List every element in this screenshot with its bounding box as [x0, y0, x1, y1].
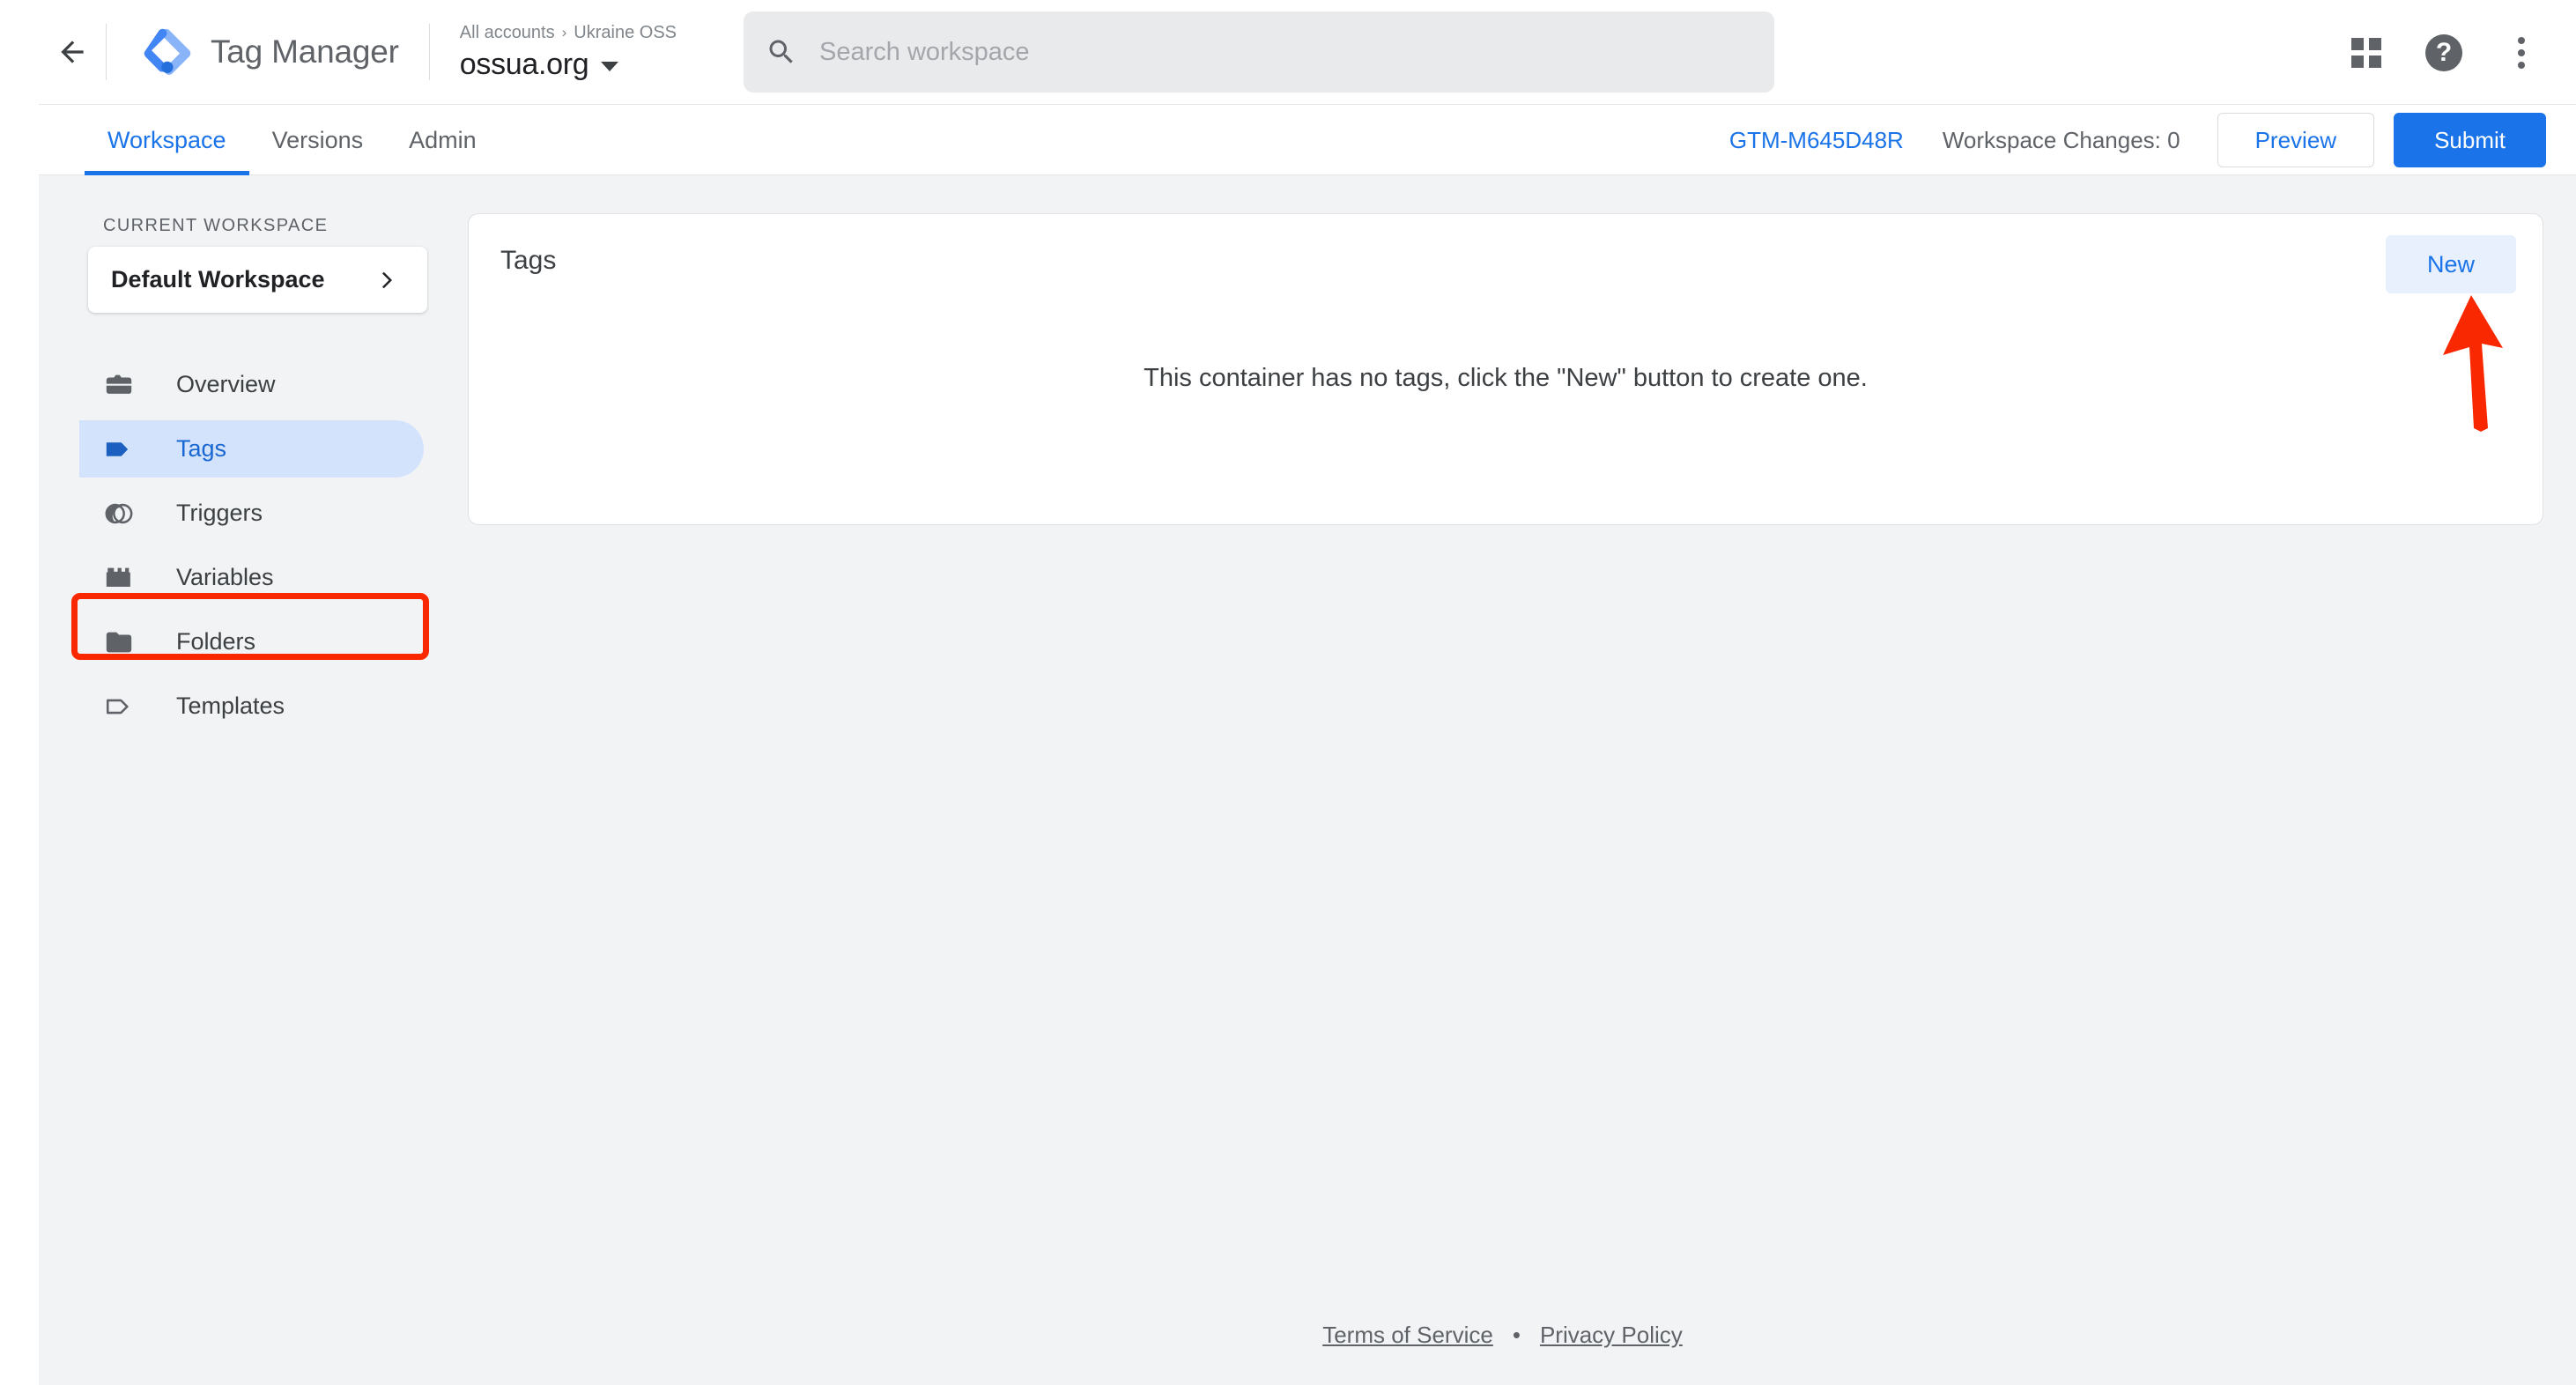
card-title: Tags: [500, 246, 556, 276]
nav-actions: GTM-M645D48R Workspace Changes: 0 Previe…: [1729, 105, 2546, 175]
triggers-venn-icon: [99, 499, 139, 529]
sidebar-item-variables[interactable]: Variables: [39, 545, 429, 610]
sidebar-item-label: Triggers: [176, 500, 263, 527]
privacy-policy-link[interactable]: Privacy Policy: [1540, 1322, 1683, 1349]
footer: Terms of Service • Privacy Policy: [429, 1322, 2576, 1349]
breadcrumb: All accounts › Ukraine OSS: [460, 23, 677, 43]
chevron-right-icon: [374, 267, 401, 293]
workspace-selector[interactable]: Default Workspace: [88, 247, 427, 313]
breadcrumb-separator-icon: ›: [562, 24, 567, 41]
sidebar-item-folders[interactable]: Folders: [39, 610, 429, 674]
submit-button[interactable]: Submit: [2394, 113, 2546, 167]
sidebar-item-templates[interactable]: Templates: [39, 674, 429, 738]
help-button[interactable]: ?: [2407, 16, 2481, 90]
sidebar-item-label: Templates: [176, 692, 285, 720]
brand-block[interactable]: Tag Manager: [107, 0, 429, 105]
account-container-selector[interactable]: All accounts › Ukraine OSS ossua.org: [430, 0, 677, 105]
tag-manager-logo: [142, 26, 193, 78]
app-container: Tag Manager All accounts › Ukraine OSS o…: [39, 0, 2576, 1385]
tab-admin[interactable]: Admin: [386, 105, 500, 175]
sidebar-item-overview[interactable]: Overview: [39, 352, 429, 417]
nav-tabs: Workspace Versions Admin: [85, 105, 500, 175]
sidebar: CURRENT WORKSPACE Default Workspace Over…: [39, 176, 429, 1385]
sidebar-item-label: Folders: [176, 628, 255, 655]
caret-down-icon: [601, 62, 618, 71]
variables-brick-icon: [99, 563, 139, 593]
apps-grid-icon: [2351, 38, 2381, 68]
sidebar-item-triggers[interactable]: Triggers: [39, 481, 429, 545]
breadcrumb-all-accounts[interactable]: All accounts: [460, 23, 555, 43]
overview-box-icon: [99, 370, 139, 400]
tab-admin-label: Admin: [409, 127, 477, 154]
product-title: Tag Manager: [211, 33, 399, 70]
more-options-button[interactable]: [2484, 16, 2558, 90]
sidebar-item-label: Variables: [176, 564, 274, 591]
more-vert-icon: [2518, 37, 2525, 69]
tag-filled-icon: [99, 434, 139, 464]
tags-card: Tags New This container has no tags, cli…: [468, 213, 2543, 525]
search-icon: [744, 36, 819, 68]
tag-outline-icon: [99, 692, 139, 722]
sidebar-item-label: Tags: [176, 435, 226, 463]
sidebar-nav-list: Overview Tags: [39, 352, 429, 738]
top-header-bar: Tag Manager All accounts › Ukraine OSS o…: [39, 0, 2576, 105]
container-id-link[interactable]: GTM-M645D48R: [1729, 127, 1904, 154]
empty-state-message: This container has no tags, click the "N…: [469, 364, 2543, 393]
main-content: Tags New This container has no tags, cli…: [429, 176, 2576, 1385]
tab-versions-label: Versions: [272, 127, 364, 154]
folder-icon: [99, 627, 139, 657]
tab-versions[interactable]: Versions: [249, 105, 387, 175]
search-input[interactable]: [819, 26, 1774, 78]
header-actions: ?: [2329, 0, 2558, 105]
terms-of-service-link[interactable]: Terms of Service: [1322, 1322, 1493, 1349]
tab-workspace[interactable]: Workspace: [85, 105, 249, 175]
workspace-name: Default Workspace: [111, 266, 325, 293]
help-circle-icon: ?: [2425, 34, 2462, 71]
preview-button[interactable]: Preview: [2217, 113, 2374, 167]
new-button[interactable]: New: [2386, 235, 2516, 293]
breadcrumb-account[interactable]: Ukraine OSS: [574, 23, 677, 43]
arrow-left-icon: [56, 35, 89, 69]
container-name: ossua.org: [460, 48, 589, 82]
footer-separator: •: [1513, 1322, 1521, 1349]
back-button[interactable]: [39, 0, 106, 105]
page-root: Tag Manager All accounts › Ukraine OSS o…: [0, 0, 2576, 1385]
current-workspace-label: CURRENT WORKSPACE: [103, 216, 328, 236]
secondary-nav-bar: Workspace Versions Admin GTM-M645D48R Wo…: [39, 105, 2576, 175]
search-box[interactable]: [744, 11, 1774, 93]
workspace-changes-status: Workspace Changes: 0: [1943, 127, 2180, 154]
container-name-row[interactable]: ossua.org: [460, 48, 677, 82]
apps-grid-button[interactable]: [2329, 16, 2403, 90]
sidebar-item-label: Overview: [176, 371, 276, 398]
tab-workspace-label: Workspace: [107, 127, 226, 154]
sidebar-item-tags[interactable]: Tags: [39, 417, 429, 481]
